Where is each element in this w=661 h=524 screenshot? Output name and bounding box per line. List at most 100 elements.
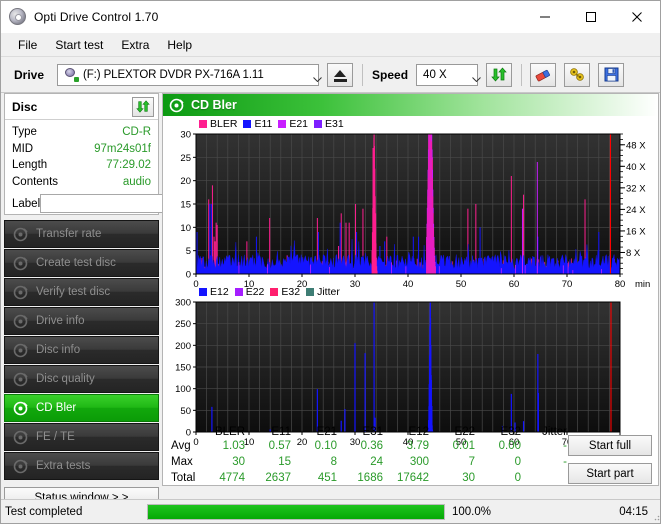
legend-swatch: [243, 120, 251, 128]
drive-select[interactable]: (F:) PLEXTOR DVDR PX-716A 1.11: [57, 64, 319, 86]
sidebar-item-cd-bler[interactable]: CD Bler: [4, 394, 159, 422]
stats-table: BLER E11 E21 E31 E12 E22 E32 Jitter Avg: [169, 426, 573, 487]
save-button[interactable]: [598, 63, 624, 87]
disc-panel-header: Disc: [5, 94, 158, 120]
close-icon[interactable]: [614, 1, 660, 33]
minimize-icon[interactable]: [522, 1, 568, 33]
disc-icon: [13, 314, 28, 329]
row-label-total: Total: [169, 471, 205, 487]
menu-item-extra[interactable]: Extra: [113, 36, 157, 54]
sidebar-item-disc-info[interactable]: Disc info: [4, 336, 159, 364]
sidebar-item-disc-quality[interactable]: Disc quality: [4, 365, 159, 393]
disc-row-mid: MID 97m24s01f: [12, 141, 151, 158]
tools-button[interactable]: [564, 63, 590, 87]
table-row: Total 4774 2637 451 1686 17642 30 0: [169, 471, 573, 487]
start-buttons: Start full Start part: [568, 435, 652, 491]
disc-icon: [13, 459, 28, 474]
disc-icon: [13, 430, 28, 445]
disc-refresh-button[interactable]: [132, 97, 154, 117]
svg-text:30: 30: [350, 279, 361, 290]
disc-row-value: audio: [123, 174, 151, 191]
svg-text:40 X: 40 X: [626, 162, 646, 173]
cell: 0.01: [435, 439, 481, 455]
speed-select[interactable]: 40 X: [416, 64, 478, 86]
refresh-button[interactable]: [486, 63, 512, 87]
svg-text:50: 50: [180, 406, 191, 417]
window-controls: [522, 1, 660, 33]
menu-item-file[interactable]: File: [10, 36, 45, 54]
svg-text:80: 80: [615, 279, 626, 290]
progress-fill: [148, 505, 444, 519]
cell: 24: [343, 455, 389, 471]
resize-grip-icon[interactable]: [650, 511, 660, 521]
disc-label-row: Label: [12, 193, 151, 214]
status-message: Test completed: [5, 506, 145, 518]
sidebar-item-fe-te[interactable]: FE / TE: [4, 423, 159, 451]
legend-item-e12: E12: [199, 286, 229, 298]
svg-text:70: 70: [562, 279, 573, 290]
sidebar-item-label: Disc quality: [36, 373, 95, 385]
sidebar-item-drive-info[interactable]: Drive info: [4, 307, 159, 335]
disc-icon: [169, 98, 184, 113]
eject-button[interactable]: [327, 63, 353, 87]
stats-area: BLER E11 E21 E31 E12 E22 E32 Jitter Avg: [163, 426, 658, 485]
sidebar-item-verify-test-disc[interactable]: Verify test disc: [4, 278, 159, 306]
legend-swatch: [278, 120, 286, 128]
legend-e12: E12 E22 E32 Jitter: [199, 286, 346, 298]
col-e31: E31: [343, 426, 389, 439]
start-part-button[interactable]: Start part: [568, 463, 652, 484]
disc-row-length: Length 77:29.02: [12, 157, 151, 174]
col-e32: E32: [481, 426, 527, 439]
panel-header: CD Bler: [163, 94, 658, 116]
sidebar-item-label: Create test disc: [36, 257, 116, 269]
window-title: Opti Drive Control 1.70: [34, 10, 158, 24]
col-bler: BLER: [205, 426, 251, 439]
cell: -: [527, 439, 573, 455]
cell: 451: [297, 471, 343, 487]
save-disk-icon: [604, 67, 619, 82]
sidebar-item-label: FE / TE: [36, 431, 75, 443]
maximize-icon[interactable]: [568, 1, 614, 33]
sidebar-item-label: Transfer rate: [36, 228, 101, 240]
speed-select-value: 40 X: [423, 69, 447, 81]
legend-bler: BLER E11 E21 E31: [199, 118, 350, 130]
col-jitter: Jitter: [527, 426, 573, 439]
drive-label: Drive: [14, 68, 44, 82]
cell: 17642: [389, 471, 435, 487]
menu-item-start-test[interactable]: Start test: [47, 36, 111, 54]
cell: 1.03: [205, 439, 251, 455]
svg-text:60: 60: [509, 279, 520, 290]
svg-text:200: 200: [175, 341, 191, 352]
sidebar-item-create-test-disc[interactable]: Create test disc: [4, 249, 159, 277]
start-full-button[interactable]: Start full: [568, 435, 652, 456]
svg-text:10: 10: [180, 223, 191, 234]
disc-row-value: 97m24s01f: [94, 141, 151, 158]
cell: -: [527, 455, 573, 471]
disc-row-key: Contents: [12, 174, 58, 191]
svg-text:40: 40: [403, 279, 414, 290]
menu-item-help[interactable]: Help: [159, 36, 200, 54]
svg-text:20: 20: [180, 176, 191, 187]
disc-info-rows: Type CD-R MID 97m24s01f Length 77:29.02 …: [5, 120, 158, 214]
disc-row-contents: Contents audio: [12, 174, 151, 191]
legend-item-e22: E22: [235, 286, 265, 298]
app-window: Opti Drive Control 1.70 File Start test …: [0, 0, 661, 524]
sidebar-item-label: Verify test disc: [36, 286, 110, 298]
legend-item-jitter: Jitter: [306, 286, 340, 298]
refresh-icon: [491, 67, 507, 82]
speed-label: Speed: [372, 68, 408, 82]
sidebar-item-extra-tests[interactable]: Extra tests: [4, 452, 159, 480]
svg-text:250: 250: [175, 319, 191, 330]
toolbar-divider-1: [362, 64, 363, 86]
row-label-avg: Avg: [169, 439, 205, 455]
sidebar-item-transfer-rate[interactable]: Transfer rate: [4, 220, 159, 248]
disc-panel: Disc Type CD-R MID 97m2: [4, 93, 159, 215]
legend-swatch: [306, 288, 314, 296]
legend-label: E11: [254, 118, 272, 130]
main-body: Disc Type CD-R MID 97m2: [1, 93, 661, 486]
cell: 0.36: [343, 439, 389, 455]
svg-text:48 X: 48 X: [626, 140, 646, 151]
cell: 300: [389, 455, 435, 471]
tools-icon: [569, 67, 586, 82]
erase-button[interactable]: [530, 63, 556, 87]
